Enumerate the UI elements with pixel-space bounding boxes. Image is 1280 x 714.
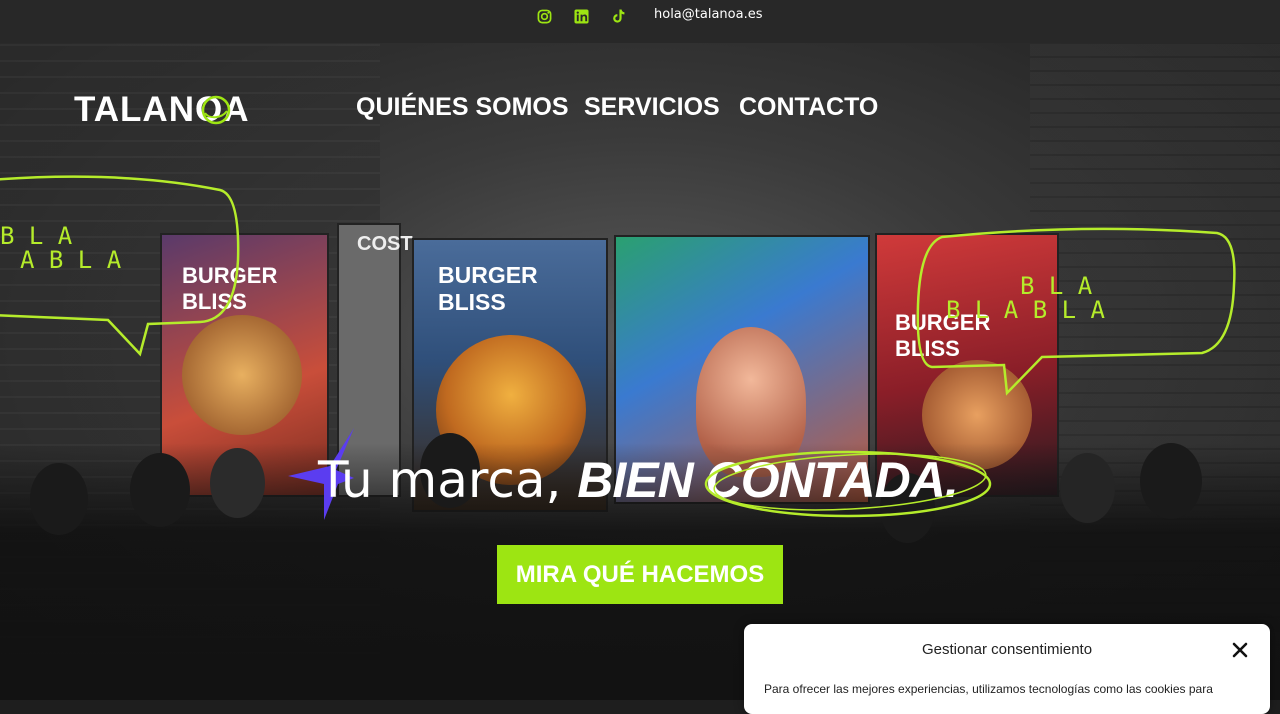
crowd-head (1060, 453, 1115, 523)
crowd-head (130, 453, 190, 527)
cookie-consent-dialog: Gestionar consentimiento Para ofrecer la… (744, 624, 1270, 714)
bubble-right-row2: B L A B L A (946, 296, 1105, 324)
headline-scribble-icon (704, 450, 992, 518)
mira-que-hacemos-button[interactable]: MIRA QUÉ HACEMOS (497, 545, 783, 604)
hero-headline-plain: Tu marca, (318, 451, 562, 509)
crowd-head (1140, 443, 1202, 519)
contact-email-link[interactable]: hola@talanoa.es (654, 7, 762, 22)
bubble-left-row2: A B L A (20, 246, 122, 274)
tiktok-icon[interactable] (610, 8, 626, 24)
poster-burger-title: BURGER BLISS (438, 262, 538, 315)
top-bar: hola@talanoa.es (0, 0, 1280, 43)
nav-quienes-somos[interactable]: QUIÉNES SOMOS (356, 93, 569, 122)
instagram-icon[interactable] (536, 8, 552, 24)
nav-servicios[interactable]: SERVICIOS (584, 93, 720, 122)
crowd-head (30, 463, 88, 535)
logo-swirl-icon (201, 95, 231, 125)
poster-cost-title: COST (357, 233, 413, 255)
close-icon[interactable] (1228, 638, 1252, 662)
consent-body-text: Para ofrecer las mejores experiencias, u… (764, 682, 1213, 696)
nav-contacto[interactable]: CONTACTO (739, 93, 878, 122)
consent-title: Gestionar consentimiento (921, 641, 1093, 658)
linkedin-icon[interactable] (573, 8, 589, 24)
crowd-head (210, 448, 265, 518)
